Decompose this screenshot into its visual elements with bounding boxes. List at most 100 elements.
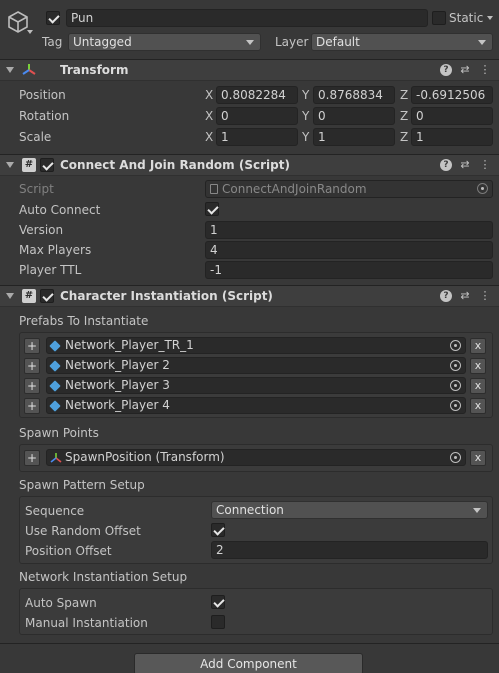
- object-picker-icon[interactable]: [450, 400, 461, 411]
- more-options-icon[interactable]: ⋮: [479, 159, 491, 171]
- spawn-point-add-button[interactable]: +: [24, 450, 40, 466]
- spawn-pattern-label: Spawn Pattern Setup: [19, 478, 145, 492]
- prefab-field[interactable]: Network_Player 3: [46, 377, 466, 394]
- presets-icon[interactable]: ⇄: [459, 159, 471, 171]
- prefab-field[interactable]: Network_Player_TR_1: [46, 337, 466, 354]
- connect-enabled-checkbox[interactable]: [40, 158, 54, 172]
- position-y-input[interactable]: 0.8768834: [313, 86, 395, 104]
- scale-z-input[interactable]: 1: [411, 128, 493, 146]
- help-icon[interactable]: ?: [440, 64, 452, 76]
- script-file-icon: [210, 184, 218, 194]
- position-x-input[interactable]: 0.8082284: [216, 86, 298, 104]
- position-z-input[interactable]: -0.6912506: [411, 86, 493, 104]
- prefab-name: Network_Player_TR_1: [65, 338, 194, 352]
- object-picker-icon[interactable]: [450, 340, 461, 351]
- object-picker-icon[interactable]: [450, 380, 461, 391]
- active-checkbox[interactable]: [46, 11, 60, 25]
- object-picker-icon[interactable]: [450, 360, 461, 371]
- spawn-points-label: Spawn Points: [19, 426, 99, 440]
- position-z-label[interactable]: Z: [400, 87, 408, 103]
- position-offset-input[interactable]: 2: [211, 541, 488, 559]
- position-x-label[interactable]: X: [205, 87, 213, 103]
- prefab-remove-button[interactable]: x: [470, 378, 486, 394]
- scale-label: Scale: [19, 130, 52, 144]
- chevron-down-icon: [473, 508, 481, 513]
- max-players-label: Max Players: [19, 243, 92, 257]
- manual-instantiation-label: Manual Instantiation: [25, 616, 148, 630]
- script-icon: #: [22, 289, 36, 303]
- help-icon[interactable]: ?: [440, 290, 452, 302]
- scale-x-label[interactable]: X: [205, 129, 213, 145]
- prefab-field[interactable]: Network_Player 4: [46, 397, 466, 414]
- object-name-input[interactable]: Pun: [66, 9, 428, 27]
- random-offset-checkbox[interactable]: [211, 523, 225, 537]
- prefab-add-button[interactable]: +: [24, 378, 40, 394]
- tag-dropdown[interactable]: Untagged: [68, 33, 261, 51]
- rotation-x-input[interactable]: 0: [216, 107, 298, 125]
- spawn-point-field[interactable]: SpawnPosition (Transform): [46, 449, 466, 466]
- prefab-name: Network_Player 3: [65, 378, 170, 392]
- prefab-name: Network_Player 2: [65, 358, 170, 372]
- transform-icon: [22, 63, 36, 77]
- prefab-remove-button[interactable]: x: [470, 398, 486, 414]
- rotation-y-label[interactable]: Y: [302, 108, 309, 124]
- more-options-icon[interactable]: ⋮: [479, 64, 491, 76]
- network-setup-label: Network Instantiation Setup: [19, 570, 188, 584]
- prefab-cube-icon: [49, 340, 61, 352]
- auto-connect-label: Auto Connect: [19, 203, 101, 217]
- prefab-remove-button[interactable]: x: [470, 358, 486, 374]
- scale-y-input[interactable]: 1: [313, 128, 395, 146]
- version-input[interactable]: 1: [205, 221, 493, 239]
- rotation-z-label[interactable]: Z: [400, 108, 408, 124]
- transform-icon: [50, 452, 62, 464]
- more-options-icon[interactable]: ⋮: [479, 290, 491, 302]
- presets-icon[interactable]: ⇄: [459, 64, 471, 76]
- transform-header[interactable]: Transform ? ⇄ ⋮: [0, 59, 499, 81]
- foldout-arrow-icon[interactable]: [6, 293, 14, 299]
- auto-connect-checkbox[interactable]: [205, 202, 219, 216]
- manual-instantiation-checkbox[interactable]: [211, 615, 225, 629]
- prefab-add-button[interactable]: +: [24, 338, 40, 354]
- prefab-add-button[interactable]: +: [24, 358, 40, 374]
- prefabs-label: Prefabs To Instantiate: [19, 314, 149, 328]
- instantiation-enabled-checkbox[interactable]: [40, 289, 54, 303]
- static-checkbox[interactable]: [432, 11, 446, 25]
- object-picker-icon[interactable]: [477, 183, 488, 194]
- help-icon[interactable]: ?: [440, 159, 452, 171]
- prefab-name: Network_Player 4: [65, 398, 170, 412]
- prefab-field[interactable]: Network_Player 2: [46, 357, 466, 374]
- auto-spawn-checkbox[interactable]: [211, 595, 225, 609]
- rotation-z-input[interactable]: 0: [411, 107, 493, 125]
- scale-x-input[interactable]: 1: [216, 128, 298, 146]
- sequence-dropdown[interactable]: Connection: [211, 501, 488, 519]
- max-players-input[interactable]: 4: [205, 241, 493, 259]
- tag-value: Untagged: [73, 35, 132, 49]
- layer-dropdown[interactable]: Default: [311, 33, 493, 51]
- position-y-label[interactable]: Y: [302, 87, 309, 103]
- tag-label: Tag: [42, 35, 63, 49]
- sequence-label: Sequence: [25, 504, 85, 518]
- prefab-add-button[interactable]: +: [24, 398, 40, 414]
- object-picker-icon[interactable]: [450, 452, 461, 463]
- foldout-arrow-icon[interactable]: [6, 162, 14, 168]
- layer-value: Default: [316, 35, 360, 49]
- foldout-arrow-icon[interactable]: [6, 67, 14, 73]
- instantiation-script-header[interactable]: # Character Instantiation (Script) ? ⇄ ⋮: [0, 285, 499, 307]
- prefab-remove-button[interactable]: x: [470, 338, 486, 354]
- rotation-y-input[interactable]: 0: [313, 107, 395, 125]
- rotation-x-label[interactable]: X: [205, 108, 213, 124]
- script-field: ConnectAndJoinRandom: [205, 180, 493, 198]
- static-dropdown-arrow[interactable]: [487, 16, 493, 20]
- chevron-down-icon: [246, 40, 254, 45]
- connect-script-header[interactable]: # Connect And Join Random (Script) ? ⇄ ⋮: [0, 154, 499, 176]
- scale-z-label[interactable]: Z: [400, 129, 408, 145]
- position-label: Position: [19, 88, 66, 102]
- spawn-point-remove-button[interactable]: x: [470, 450, 486, 466]
- add-component-button[interactable]: Add Component: [134, 653, 363, 673]
- icon-dropdown-arrow[interactable]: [27, 30, 33, 34]
- presets-icon[interactable]: ⇄: [459, 290, 471, 302]
- prefab-cube-icon: [49, 360, 61, 372]
- version-label: Version: [19, 223, 64, 237]
- scale-y-label[interactable]: Y: [302, 129, 309, 145]
- player-ttl-input[interactable]: -1: [205, 261, 493, 279]
